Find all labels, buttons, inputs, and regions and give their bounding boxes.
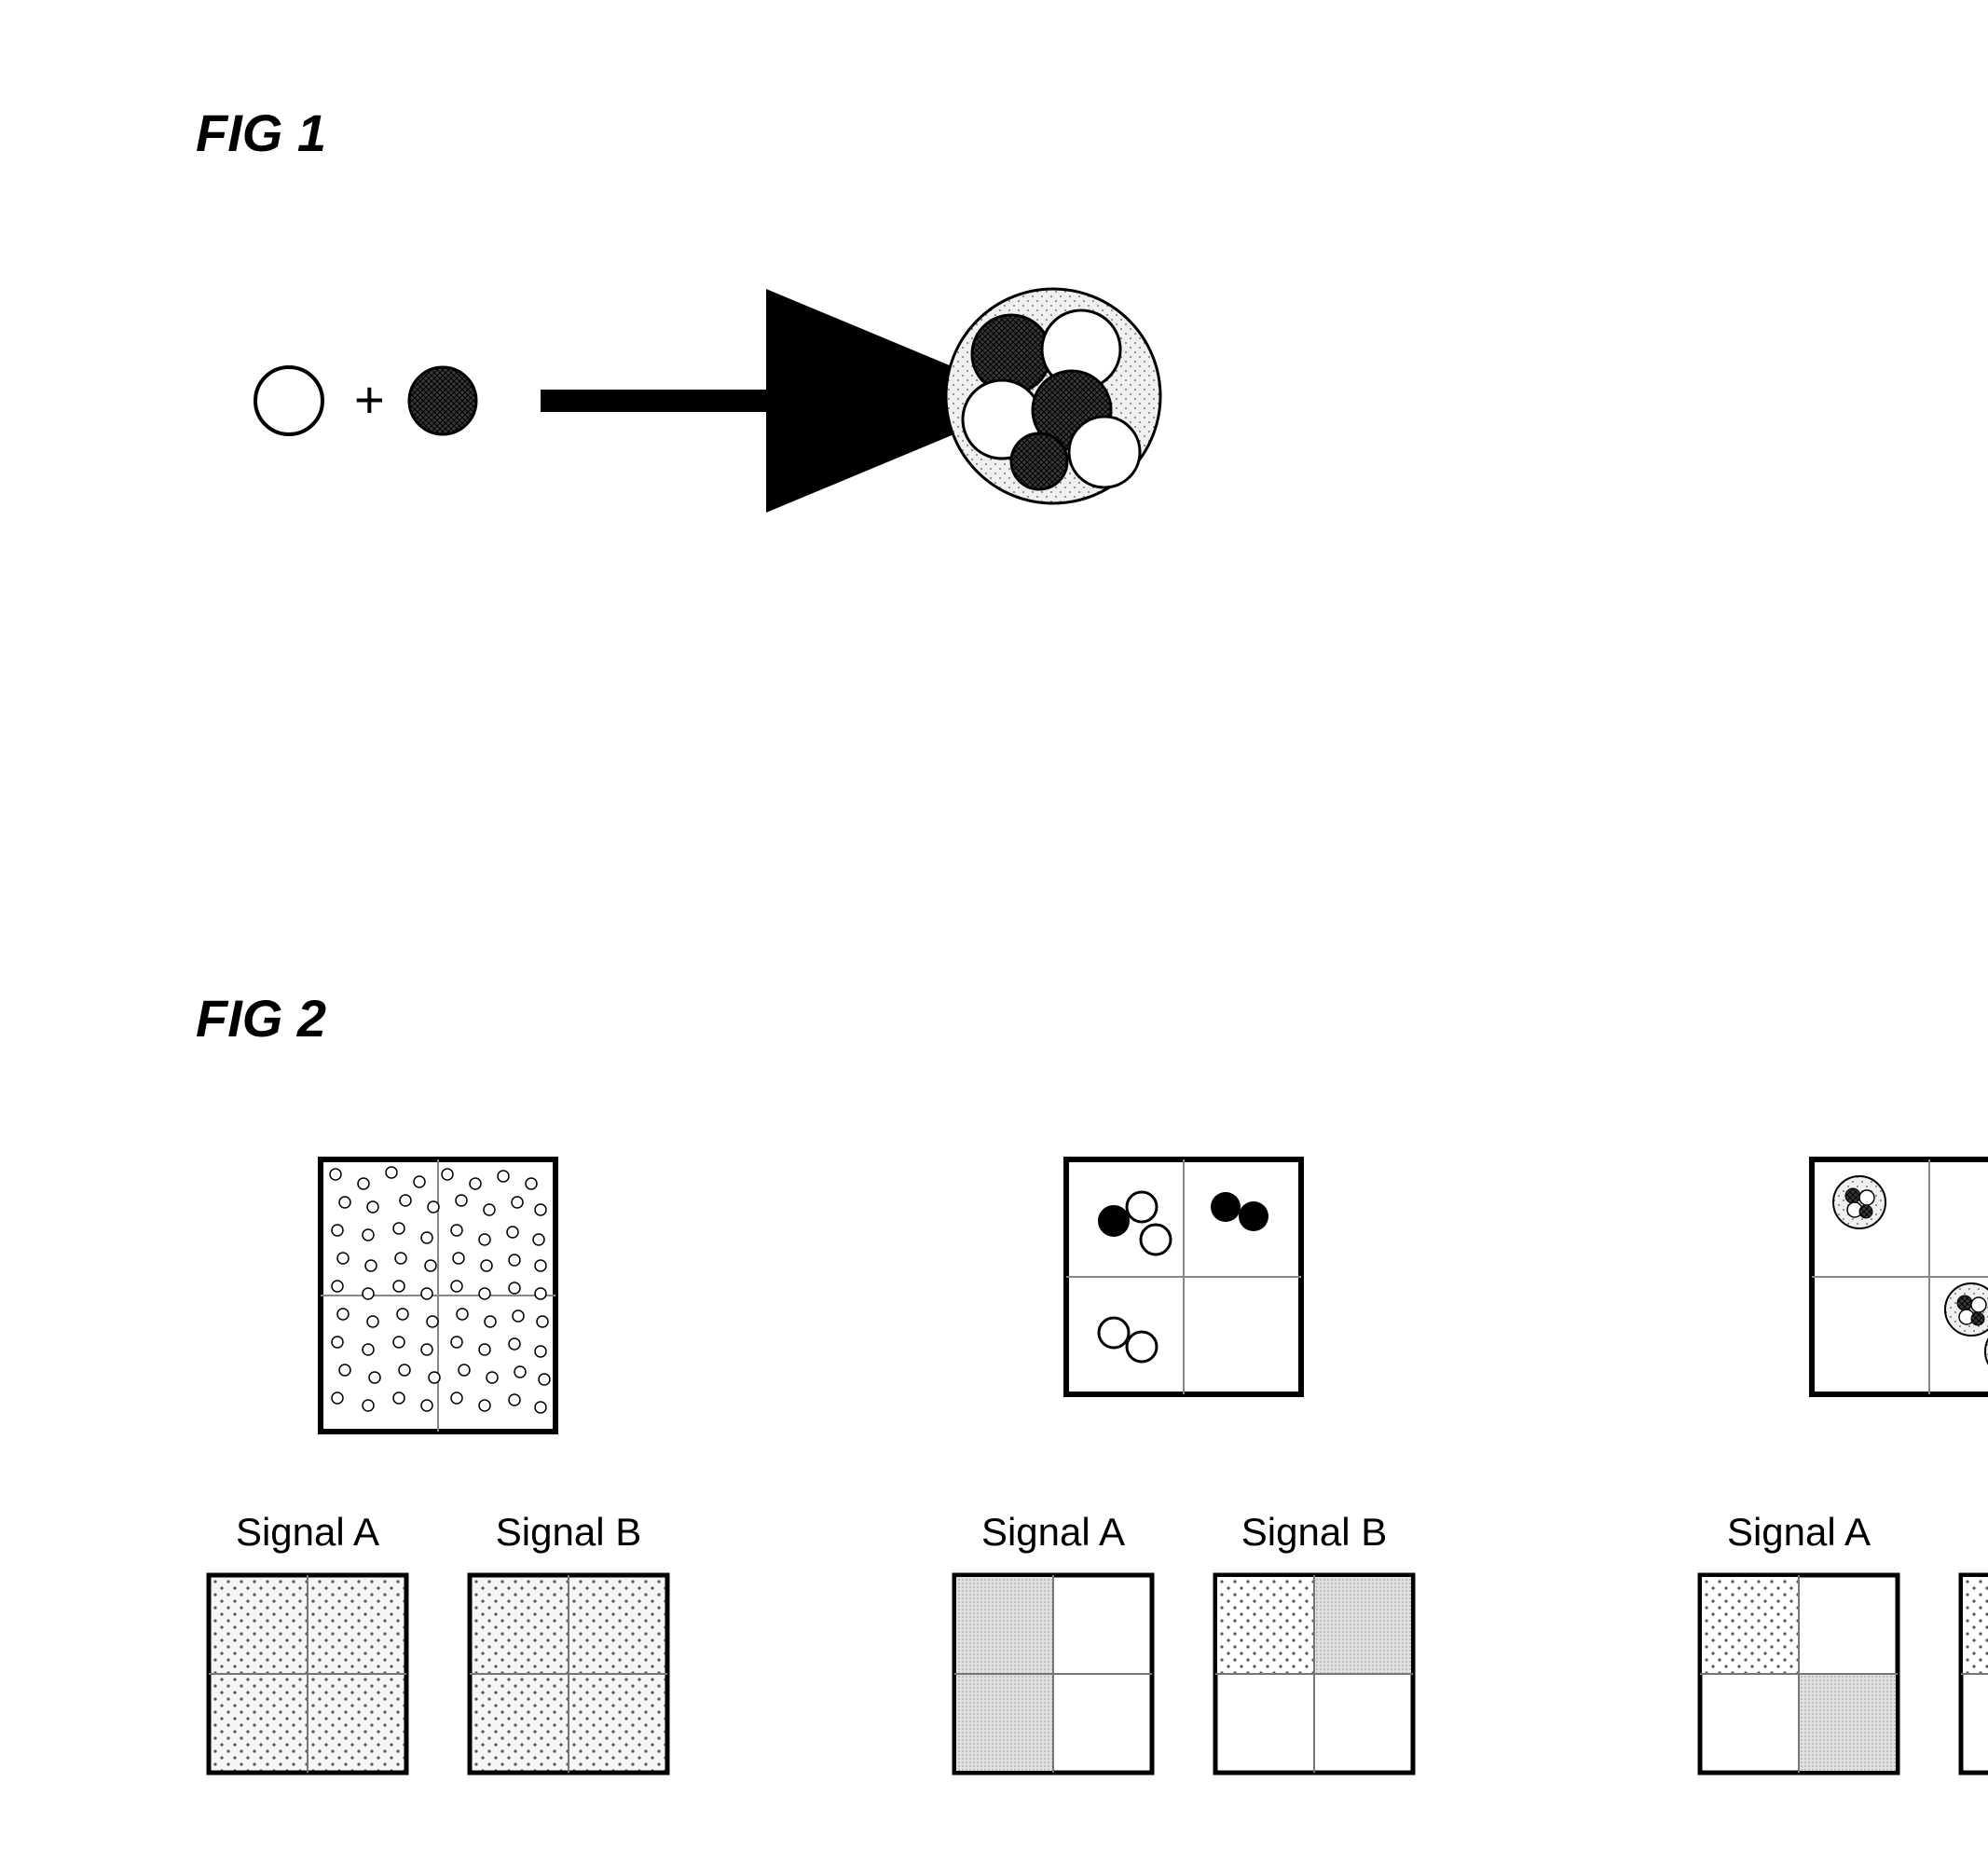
hatched-circle	[409, 367, 476, 434]
fig2-col-right: Signal A Signal B	[1696, 1156, 1988, 1776]
page: FIG 1 +	[0, 0, 1988, 1851]
left-signal-a-label: Signal A	[236, 1510, 379, 1555]
middle-signal-b-grid	[1212, 1571, 1417, 1776]
panel-mixed	[1063, 1156, 1305, 1398]
fig1-label: FIG 1	[196, 103, 326, 163]
mini-composite-1	[1833, 1176, 1885, 1228]
panel-dense	[317, 1156, 559, 1435]
plus-sign: +	[354, 370, 385, 429]
mini-composite-2	[1945, 1283, 1988, 1336]
fig2-col-middle: Signal A	[951, 1156, 1417, 1776]
right-signal-a-grid	[1696, 1571, 1901, 1776]
right-signal-a-label: Signal A	[1727, 1510, 1871, 1555]
middle-signal-a-grid	[951, 1571, 1156, 1776]
left-signal-b-label: Signal B	[496, 1510, 641, 1555]
composite-particle	[946, 289, 1160, 503]
middle-signal-a-label: Signal A	[981, 1510, 1125, 1555]
white-circle	[255, 367, 322, 434]
fig2-label: FIG 2	[196, 988, 326, 1049]
left-signal-a-grid	[205, 1571, 410, 1776]
fig1-diagram: +	[233, 261, 1258, 541]
left-signal-b-grid	[466, 1571, 671, 1776]
right-signal-b-grid	[1957, 1571, 1988, 1776]
panel-composite	[1808, 1156, 1988, 1398]
fig2-diagram: Signal A	[205, 1156, 1808, 1776]
middle-signal-b-label: Signal B	[1241, 1510, 1387, 1555]
fig2-col-left: Signal A	[205, 1156, 671, 1776]
